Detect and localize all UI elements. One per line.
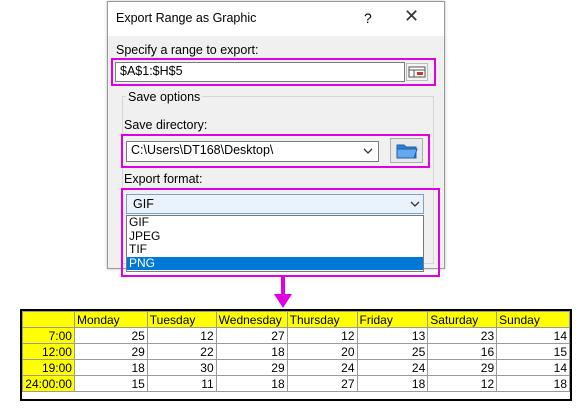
help-button[interactable]: ? [364,10,372,26]
chevron-down-icon [410,201,420,207]
save-options-label: Save options [126,90,203,104]
table-cell: 11 [146,375,217,392]
format-select[interactable]: GIF [126,194,424,214]
range-label: Specify a range to export: [116,43,259,57]
table-header-row: Monday Tuesday Wednesday Thursday Friday… [22,311,570,328]
table-cell: 24 [286,359,358,376]
header-cell-thursday: Thursday [286,311,358,328]
header-cell-saturday: Saturday [427,311,498,328]
table-cell: 25 [356,343,429,360]
dialog-title: Export Range as Graphic [116,11,257,25]
header-cell-tuesday: Tuesday [146,311,217,328]
table-cell: 29 [427,359,498,376]
table-row: 7:00 25 12 27 12 13 23 14 [22,327,570,344]
row-time-cell: 19:00 [22,359,75,376]
directory-value: C:\Users\DT168\Desktop\ [131,143,274,157]
table-cell: 18 [356,375,429,392]
format-selected-value: GIF [133,197,154,211]
range-input[interactable]: $A$1:$H$5 [115,62,405,82]
table-cell: 29 [73,343,148,360]
header-cell-sunday: Sunday [496,311,570,328]
table-cell: 27 [215,327,288,344]
format-option-tif[interactable]: TIF [127,242,423,257]
directory-combobox[interactable]: C:\Users\DT168\Desktop\ [126,141,379,162]
row-time-cell: 12:00 [22,343,75,360]
table-cell: 18 [73,359,148,376]
table-cell: 14 [496,327,570,344]
table-cell: 24 [356,359,429,376]
exported-range-image: Monday Tuesday Wednesday Thursday Friday… [20,309,572,401]
table-cell: 30 [146,359,217,376]
row-time-cell: 7:00 [22,327,75,344]
browse-folder-button[interactable] [390,138,423,163]
table-cell: 14 [496,359,570,376]
header-cell-wednesday: Wednesday [215,311,288,328]
table-cell: 18 [215,375,288,392]
header-cell-monday: Monday [73,311,148,328]
table-cell: 12 [286,327,358,344]
table-cell: 20 [286,343,358,360]
table-cell: 13 [356,327,429,344]
table-cell: 15 [73,375,148,392]
table-cell: 12 [146,327,217,344]
format-label: Export format: [124,172,203,186]
table-row: 19:00 18 30 29 24 24 29 14 [22,359,570,376]
table-cell: 15 [496,343,570,360]
format-dropdown-list: GIF JPEG TIF PNG [126,215,424,272]
table-row: 24:00:00 15 11 18 27 18 12 18 [22,375,570,392]
range-select-button[interactable] [406,63,428,81]
format-option-gif[interactable]: GIF [127,215,423,230]
table-cell: 16 [427,343,498,360]
schedule-table: Monday Tuesday Wednesday Thursday Friday… [22,311,570,392]
table-cell: 18 [496,375,570,392]
down-arrow-icon [274,276,292,308]
format-option-jpeg[interactable]: JPEG [127,229,423,244]
table-cell: 18 [215,343,288,360]
range-picker-icon [408,66,426,78]
directory-label: Save directory: [124,118,208,132]
format-option-png[interactable]: PNG [127,256,423,270]
table-cell: 22 [146,343,217,360]
folder-icon [396,144,418,159]
close-button[interactable]: ✕ [404,6,419,27]
header-cell-friday: Friday [356,311,429,328]
table-row: 12:00 29 22 18 20 25 16 15 [22,343,570,360]
table-cell: 29 [215,359,288,376]
table-cell: 25 [73,327,148,344]
row-time-cell: 24:00:00 [22,375,75,392]
dialog-titlebar: Export Range as Graphic ? ✕ [108,2,444,36]
chevron-down-icon [363,148,373,154]
header-cell [22,311,75,328]
export-range-dialog: Export Range as Graphic ? ✕ Specify a ra… [107,1,445,277]
table-cell: 12 [427,375,498,392]
table-cell: 27 [286,375,358,392]
table-cell: 23 [427,327,498,344]
